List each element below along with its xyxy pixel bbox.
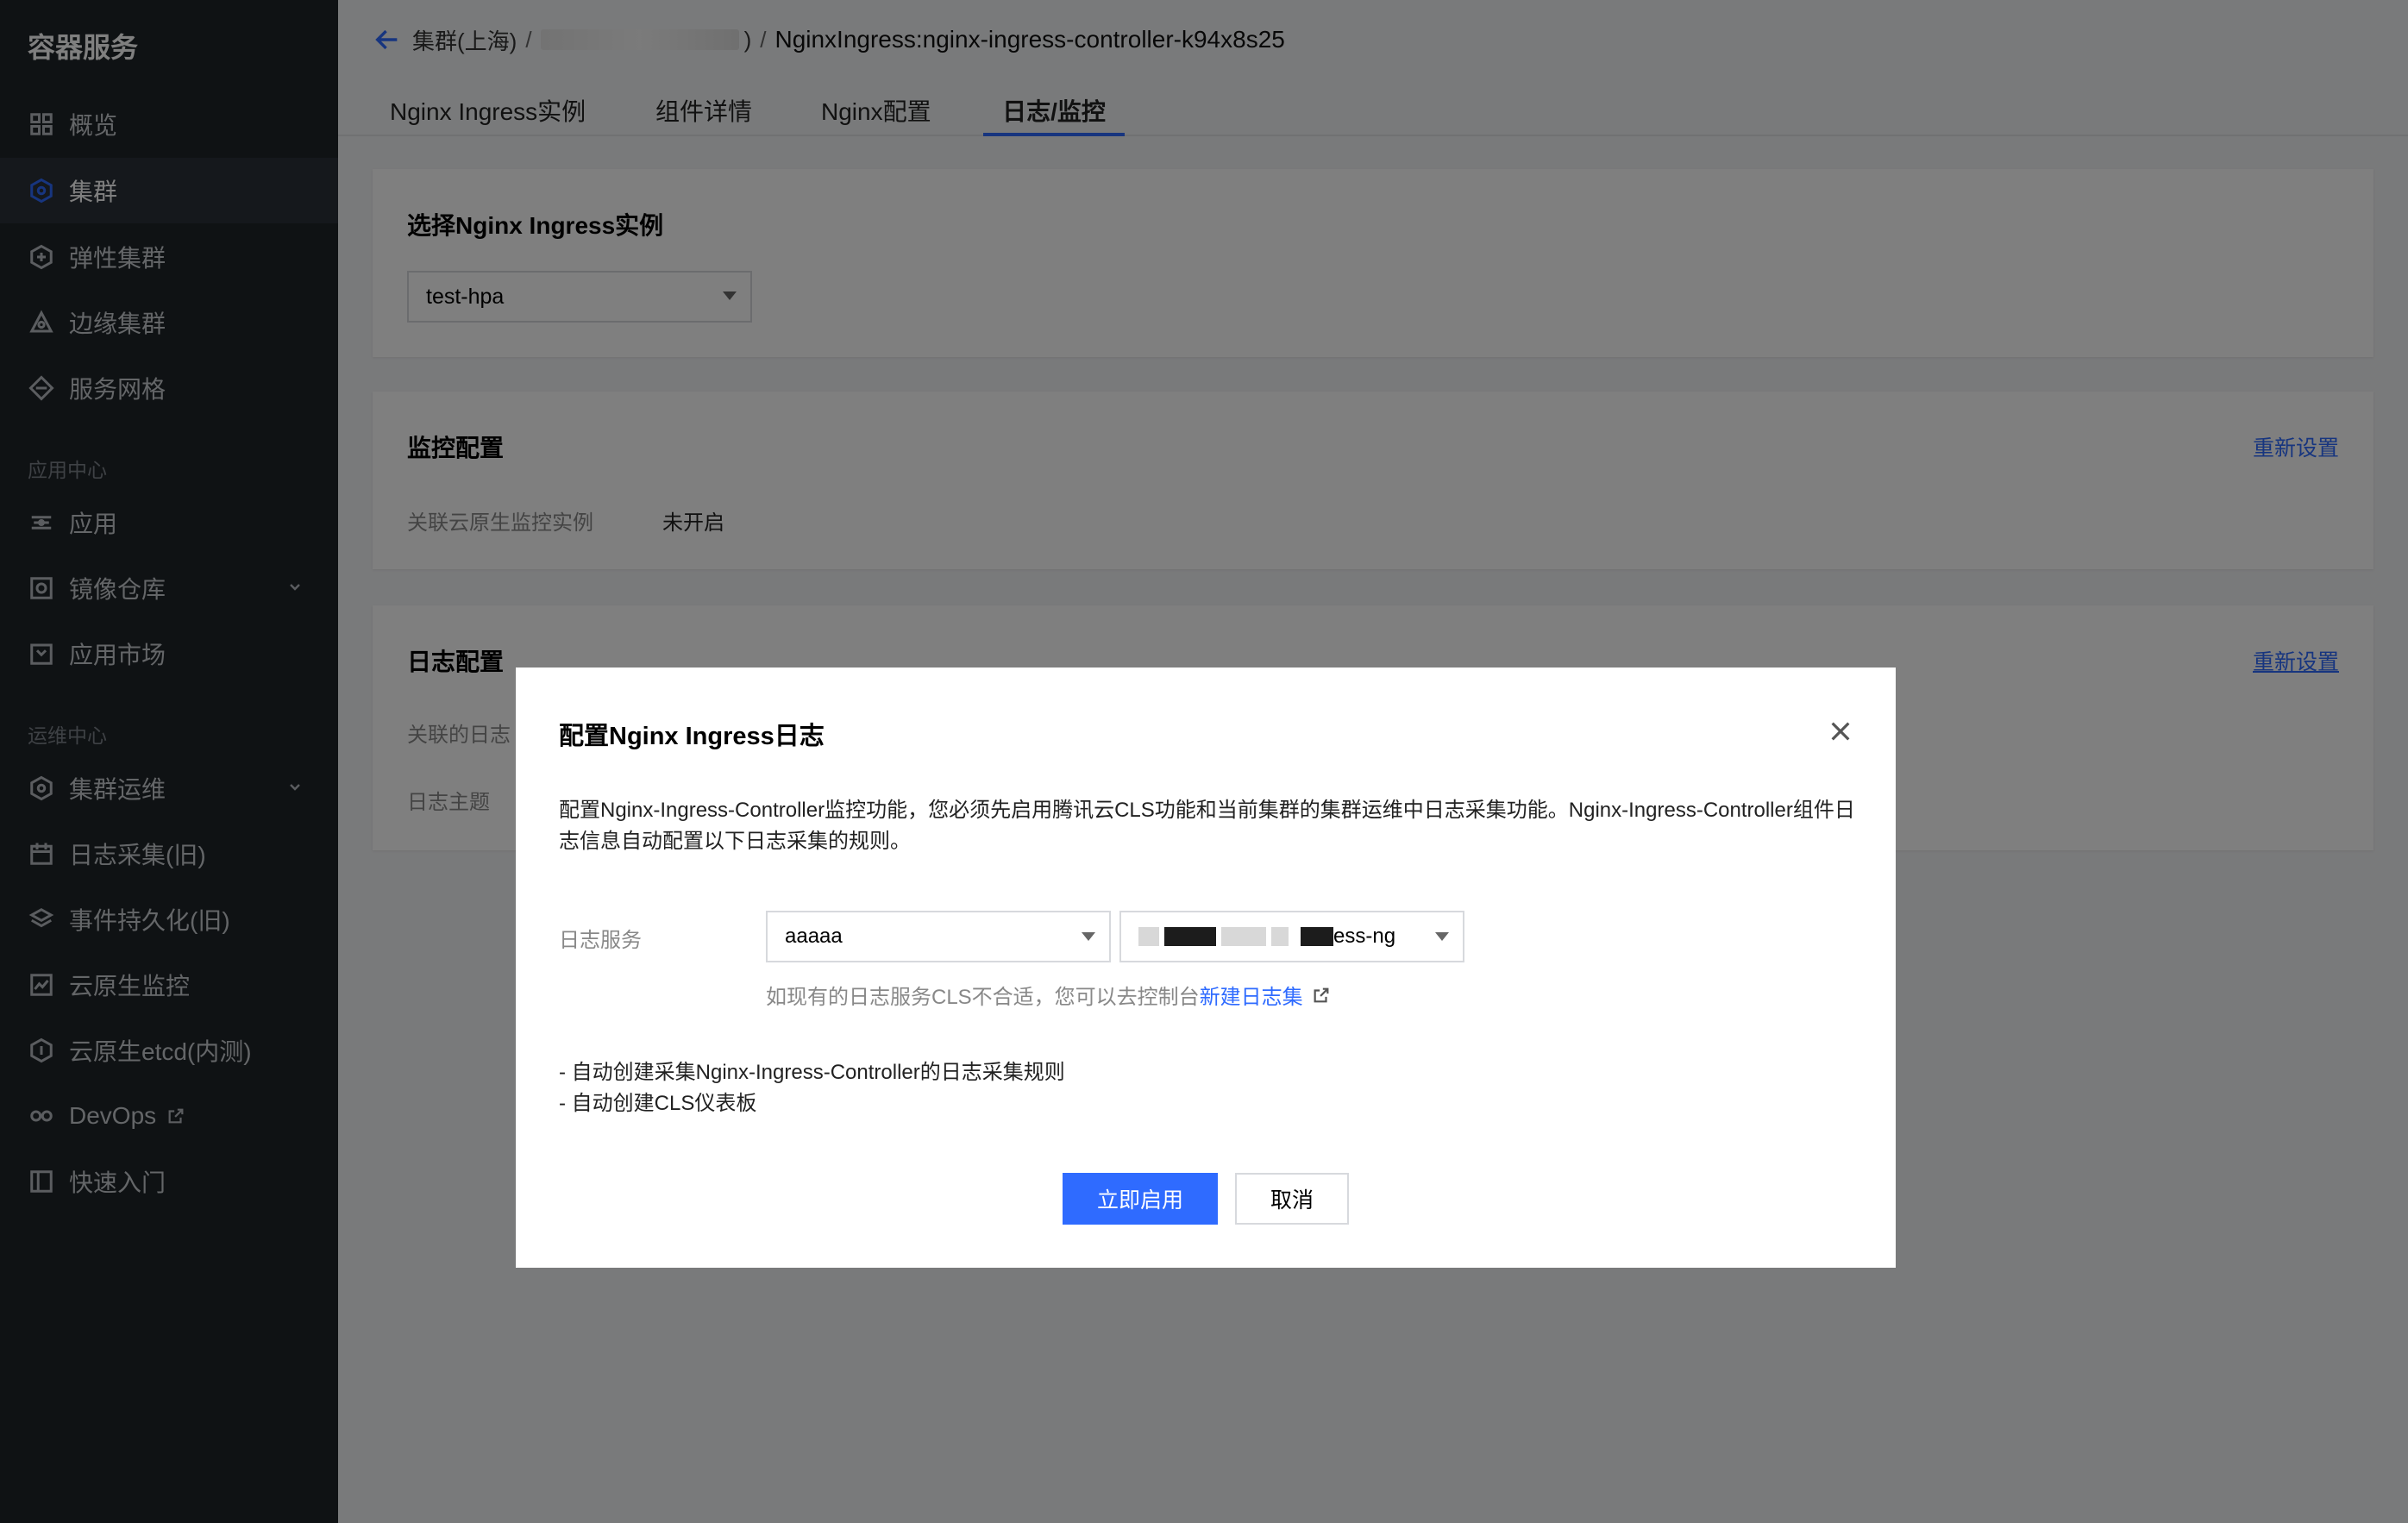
caret-down-icon (1082, 932, 1095, 941)
redacted-text (1138, 927, 1159, 946)
logset-select-value: aaaaa (785, 924, 843, 948)
configure-log-dialog: 配置Nginx Ingress日志 配置Nginx-Ingress-Contro… (516, 667, 1896, 1268)
create-logset-link[interactable]: 新建日志集 (1200, 980, 1303, 1010)
caret-down-icon (1435, 932, 1449, 941)
dialog-title: 配置Nginx Ingress日志 (559, 723, 825, 750)
log-topic-select[interactable]: ess-ng (1119, 911, 1464, 962)
redacted-text (1271, 927, 1289, 946)
dialog-description: 配置Nginx-Ingress-Controller监控功能，您必须先启用腾讯云… (559, 799, 1855, 853)
create-logset-hint: 如现有的日志服务CLS不合适，您可以去控制台 新建日志集 (766, 980, 1331, 1010)
close-icon[interactable] (1827, 718, 1854, 745)
logset-select[interactable]: aaaaa (766, 911, 1111, 962)
log-topic-select-value: ess-ng (1333, 924, 1396, 948)
auto-create-list: - 自动创建采集Nginx-Ingress-Controller的日志采集规则 … (559, 1057, 1065, 1119)
redacted-text (1221, 927, 1266, 946)
cancel-button[interactable]: 取消 (1235, 1173, 1349, 1225)
list-item: - 自动创建采集Nginx-Ingress-Controller的日志采集规则 (559, 1061, 1065, 1084)
redacted-text (1301, 927, 1333, 946)
redacted-text (1164, 927, 1216, 946)
hint-text: 如现有的日志服务CLS不合适，您可以去控制台 (766, 986, 1200, 1009)
log-service-label: 日志服务 (559, 929, 642, 952)
enable-now-button[interactable]: 立即启用 (1063, 1173, 1218, 1225)
list-item: - 自动创建CLS仪表板 (559, 1092, 757, 1115)
external-link-icon[interactable] (1312, 986, 1331, 1005)
